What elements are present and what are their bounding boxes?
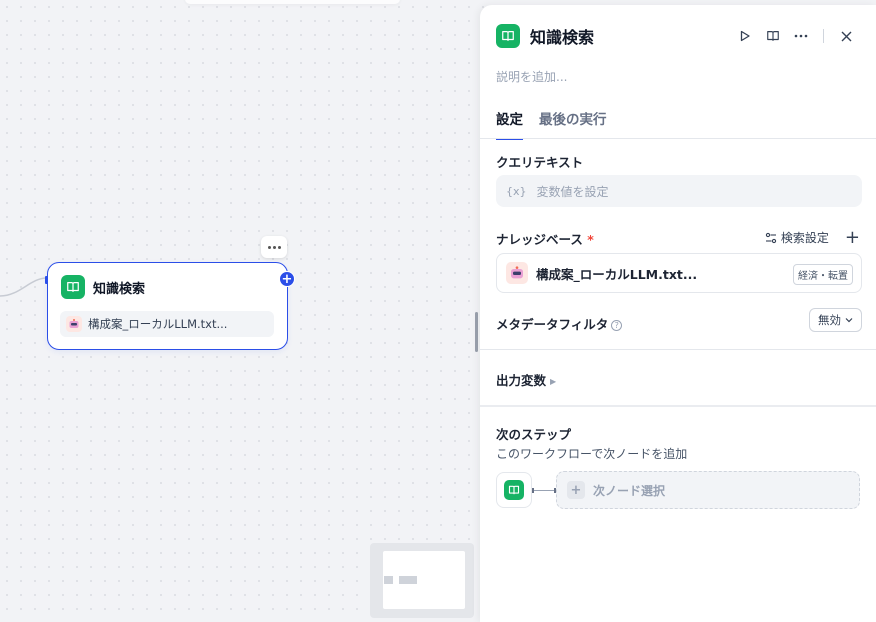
node-more-button[interactable] xyxy=(261,236,287,258)
add-node-handle[interactable]: + xyxy=(279,271,295,287)
book-icon xyxy=(61,275,85,299)
book-icon xyxy=(504,480,524,500)
section-divider xyxy=(480,349,876,350)
run-button[interactable] xyxy=(731,25,759,47)
more-button[interactable] xyxy=(787,25,815,47)
robot-icon xyxy=(506,262,528,284)
select-next-node-label: 次ノード選択 xyxy=(593,483,666,498)
node-file-item: 構成案_ローカルLLM.txt... xyxy=(60,311,274,337)
next-step-row: + 次ノード選択 xyxy=(496,471,860,509)
tab-last-run[interactable]: 最後の実行 xyxy=(539,108,607,140)
knowledge-base-item[interactable]: 構成案_ローカルLLM.txt... 経済・転置 xyxy=(496,253,862,293)
next-step-label: 次のステップ xyxy=(496,427,572,442)
close-button[interactable] xyxy=(832,25,860,47)
search-settings-label: 検索設定 xyxy=(780,231,829,245)
query-variable-input[interactable]: {x} 変数値を設定 xyxy=(496,175,862,207)
book-open-icon xyxy=(767,31,779,41)
help-icon[interactable]: ? xyxy=(611,320,623,331)
more-icon xyxy=(794,34,808,38)
next-step-connector xyxy=(532,487,556,493)
knowledge-base-label-text: ナレッジベース xyxy=(496,232,583,247)
select-next-node-button[interactable]: + 次ノード選択 xyxy=(556,471,860,509)
knowledge-node[interactable]: 知識検索 構成案_ローカルLLM.txt... xyxy=(47,262,288,350)
caret-right-icon: ▶ xyxy=(550,377,557,386)
panel-title[interactable]: 知識検索 xyxy=(530,24,594,48)
section-divider xyxy=(480,405,876,407)
node-file-name: 構成案_ローカルLLM.txt... xyxy=(88,317,228,331)
minimap[interactable] xyxy=(370,543,474,618)
node-title: 知識検索 xyxy=(93,281,146,297)
panel-tabs: 設定 最後の実行 xyxy=(496,108,607,140)
output-variables-label: 出力変数 xyxy=(496,373,547,388)
metadata-filter-label: メタデータフィルタ? xyxy=(496,314,623,333)
metadata-filter-select[interactable]: 無効 xyxy=(809,308,862,332)
tab-settings[interactable]: 設定 xyxy=(496,108,523,140)
query-label: クエリテキスト xyxy=(496,155,584,170)
required-mark: * xyxy=(587,232,594,247)
knowledge-base-label: ナレッジベース * xyxy=(496,229,594,248)
actions-separator xyxy=(823,29,824,43)
metadata-filter-text: メタデータフィルタ xyxy=(496,317,609,332)
plus-icon: + xyxy=(567,481,585,499)
dot-icon xyxy=(267,245,271,249)
panel-resize-handle[interactable] xyxy=(475,312,478,352)
robot-icon xyxy=(66,316,82,332)
tabs-divider xyxy=(480,138,876,139)
input-handle[interactable] xyxy=(45,276,48,284)
output-variables-toggle[interactable]: 出力変数 ▶ xyxy=(496,370,556,389)
play-icon xyxy=(740,30,750,42)
knowledge-base-tools: 検索設定 + xyxy=(765,228,860,246)
chevron-down-icon xyxy=(845,318,853,323)
minimap-node xyxy=(399,576,417,584)
close-icon xyxy=(841,31,851,41)
node-settings-panel: 知識検索 説明を追加... 設定 最後の実行 クエリテキスト {x} 変数値を設… xyxy=(480,5,876,622)
knowledge-base-name: 構成案_ローカルLLM.txt... xyxy=(536,266,698,282)
panel-header: 知識検索 xyxy=(496,24,594,48)
search-settings-button[interactable]: 検索設定 xyxy=(765,229,829,246)
node-header: 知識検索 xyxy=(61,275,145,299)
dot-icon xyxy=(277,245,281,249)
settings-sliders-icon xyxy=(765,232,777,243)
book-icon xyxy=(496,24,520,48)
dot-icon xyxy=(272,245,276,249)
minimap-viewport xyxy=(383,551,465,609)
metadata-filter-value: 無効 xyxy=(818,313,841,327)
next-step-subtitle: このワークフローで次ノードを追加 xyxy=(496,447,688,461)
query-placeholder: 変数値を設定 xyxy=(536,184,609,199)
index-mode-badge: 経済・転置 xyxy=(793,264,853,285)
variable-icon: {x} xyxy=(506,184,527,198)
docs-button[interactable] xyxy=(759,25,787,47)
minimap-node xyxy=(384,576,393,584)
panel-actions xyxy=(731,25,860,47)
description-input[interactable]: 説明を追加... xyxy=(496,68,567,85)
canvas-top-element xyxy=(185,0,400,4)
current-node-chip xyxy=(496,472,532,508)
add-knowledge-button[interactable]: + xyxy=(845,228,860,246)
